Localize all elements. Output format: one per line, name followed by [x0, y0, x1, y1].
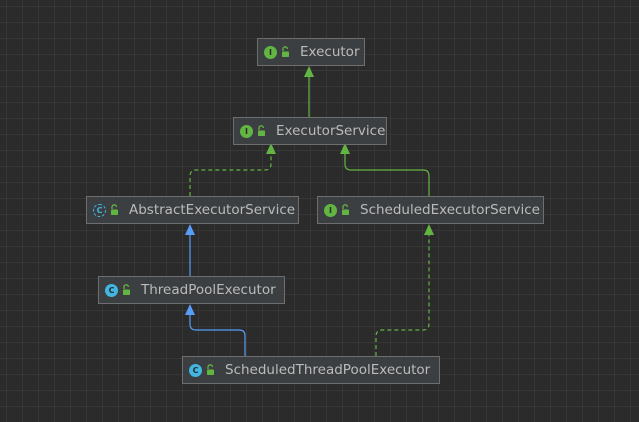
interface-icon: I — [264, 45, 277, 59]
unlock-icon — [342, 204, 349, 215]
node-executor[interactable]: I Executor — [257, 38, 365, 66]
abstract-class-icon: C — [93, 203, 106, 217]
class-icon: C — [189, 363, 202, 377]
node-label: ThreadPoolExecutor — [141, 282, 276, 298]
edge-scheduledexecutorservice-to-executorservice — [344, 154, 430, 196]
unlock-icon — [123, 284, 130, 295]
node-label: ScheduledThreadPoolExecutor — [225, 362, 431, 378]
unlock-icon — [207, 364, 214, 375]
node-scheduledexecutorservice[interactable]: I ScheduledExecutorService — [317, 196, 544, 224]
unlock-icon — [258, 125, 265, 136]
node-abstractexecutorservice[interactable]: C AbstractExecutorService — [86, 196, 299, 224]
class-icon: C — [105, 283, 118, 297]
arrowhead-executor — [304, 66, 314, 77]
interface-icon: I — [324, 203, 337, 217]
arrowhead-scheduledexecutorservice — [424, 224, 434, 235]
node-label: ExecutorService — [276, 123, 386, 139]
uml-class-diagram: I Executor I ExecutorService C AbstractE… — [0, 0, 639, 422]
interface-icon: I — [240, 124, 253, 138]
edge-scheduledthreadpoolexecutor-to-threadpoolexecutor — [189, 315, 246, 356]
edge-abstractexecutorservice-to-executorservice — [189, 154, 272, 196]
edge-scheduledthreadpoolexecutor-to-scheduledexecutorservice — [375, 235, 430, 356]
unlock-icon — [282, 46, 289, 57]
node-label: ScheduledExecutorService — [360, 202, 540, 218]
arrowhead-abstractexecutorservice — [185, 224, 195, 235]
unlock-icon — [111, 204, 118, 215]
node-threadpoolexecutor[interactable]: C ThreadPoolExecutor — [98, 276, 285, 304]
node-scheduledthreadpoolexecutor[interactable]: C ScheduledThreadPoolExecutor — [182, 356, 440, 384]
node-label: AbstractExecutorService — [129, 202, 296, 218]
node-label: Executor — [300, 44, 360, 60]
arrowhead-threadpoolexecutor — [185, 304, 195, 315]
node-executorservice[interactable]: I ExecutorService — [233, 117, 387, 145]
